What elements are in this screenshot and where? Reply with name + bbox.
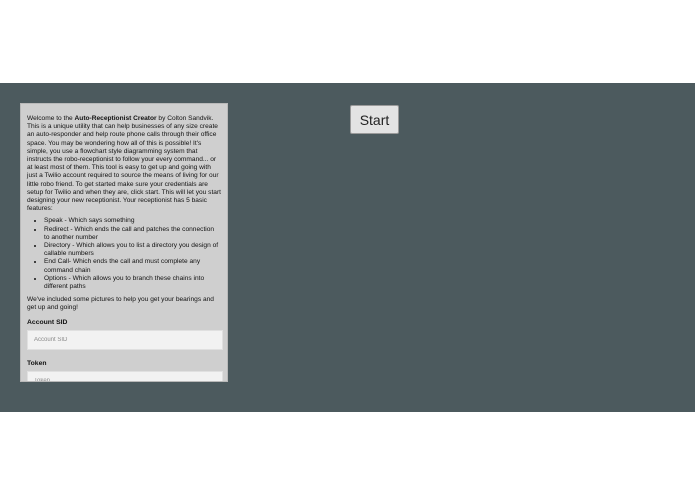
token-label: Token — [27, 359, 47, 367]
token-input[interactable] — [27, 370, 223, 381]
feature-list: Speak - Which says something Redirect - … — [27, 217, 221, 291]
info-panel: Welcome to the Auto-Receptionist Creator… — [20, 103, 228, 382]
start-button[interactable]: Start — [350, 105, 399, 134]
app-stage: Welcome to the Auto-Receptionist Creator… — [0, 83, 695, 412]
intro-before: Welcome to the — [27, 115, 75, 122]
feature-item-directory: Directory - Which allows you to list a d… — [44, 242, 221, 258]
feature-item-redirect: Redirect - Which ends the call and patch… — [44, 226, 221, 242]
outro-text: We've included some pictures to help you… — [27, 296, 214, 312]
intro-after: by Colton Sandvik. This is a unique util… — [27, 115, 221, 213]
app-name: Auto-Receptionist Creator — [74, 115, 157, 122]
account-sid-input[interactable] — [27, 329, 223, 350]
feature-item-options: Options - Which allows you to branch the… — [44, 275, 221, 291]
feature-item-end-call: End Call- Which ends the call and must c… — [44, 258, 221, 274]
intro-text: Welcome to the Auto-Receptionist Creator… — [27, 115, 221, 213]
feature-item-speak: Speak - Which says something — [44, 217, 221, 225]
account-sid-label: Account SID — [27, 318, 68, 326]
